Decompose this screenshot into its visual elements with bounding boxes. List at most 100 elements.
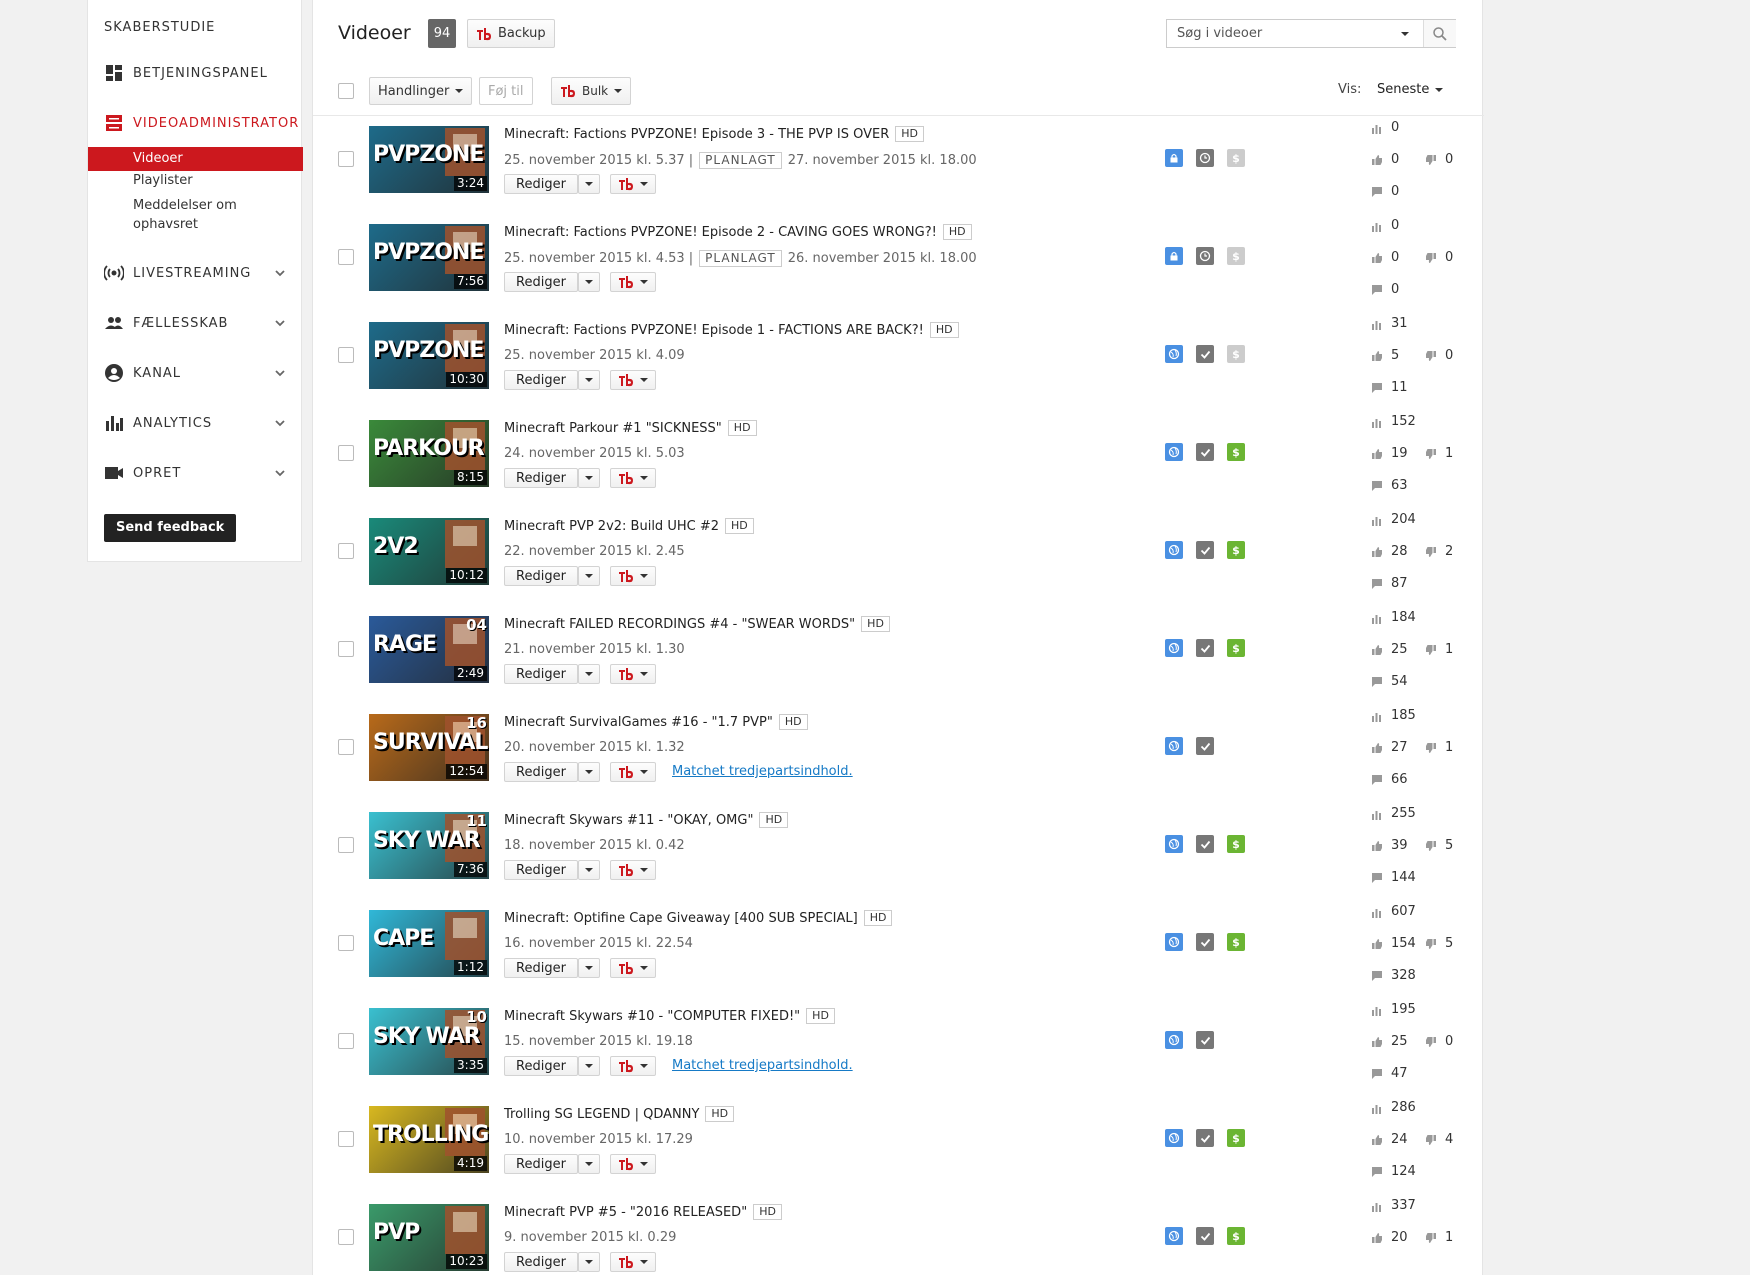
video-title[interactable]: Minecraft SurvivalGames #16 - "1.7 PVP": [504, 715, 773, 730]
dollar-icon[interactable]: $: [1227, 149, 1245, 167]
video-thumbnail[interactable]: PVPZONE 7:56: [369, 224, 489, 291]
globe-icon[interactable]: [1165, 737, 1183, 755]
globe-icon[interactable]: [1165, 345, 1183, 363]
check-icon[interactable]: [1196, 1031, 1214, 1049]
video-thumbnail[interactable]: SKY WAR 10 3:35: [369, 1008, 489, 1075]
lock-icon[interactable]: [1165, 247, 1183, 265]
video-title[interactable]: Minecraft PVP 2v2: Build UHC #2: [504, 519, 719, 534]
tubebuddy-dropdown[interactable]: [610, 1154, 656, 1174]
dollar-icon[interactable]: $: [1227, 1227, 1245, 1245]
edit-button[interactable]: Rediger: [504, 566, 578, 586]
edit-dropdown[interactable]: [578, 1154, 600, 1174]
video-thumbnail[interactable]: SKY WAR 11 7:36: [369, 812, 489, 879]
tubebuddy-dropdown[interactable]: [610, 566, 656, 586]
video-title[interactable]: Minecraft Parkour #1 "SICKNESS": [504, 421, 722, 436]
video-thumbnail[interactable]: 2V2 10:12: [369, 518, 489, 585]
row-checkbox[interactable]: [338, 739, 354, 755]
edit-button[interactable]: Rediger: [504, 370, 578, 390]
video-thumbnail[interactable]: PVPZONE 10:30: [369, 322, 489, 389]
add-to-button[interactable]: Føj til: [479, 77, 533, 105]
globe-icon[interactable]: [1165, 541, 1183, 559]
edit-dropdown[interactable]: [578, 468, 600, 488]
video-title[interactable]: Minecraft Skywars #11 - "OKAY, OMG": [504, 813, 753, 828]
sidebar-subitem-videos[interactable]: Videoer: [88, 147, 303, 171]
edit-dropdown[interactable]: [578, 860, 600, 880]
tubebuddy-dropdown[interactable]: [610, 174, 656, 194]
edit-button[interactable]: Rediger: [504, 468, 578, 488]
row-checkbox[interactable]: [338, 151, 354, 167]
row-checkbox[interactable]: [338, 641, 354, 657]
tubebuddy-dropdown[interactable]: [610, 664, 656, 684]
edit-dropdown[interactable]: [578, 664, 600, 684]
check-icon[interactable]: [1196, 835, 1214, 853]
dollar-icon[interactable]: $: [1227, 247, 1245, 265]
dollar-icon[interactable]: $: [1227, 443, 1245, 461]
bulk-dropdown[interactable]: Bulk: [551, 77, 632, 105]
row-checkbox[interactable]: [338, 445, 354, 461]
tubebuddy-dropdown[interactable]: [610, 762, 656, 782]
edit-dropdown[interactable]: [578, 1252, 600, 1272]
edit-button[interactable]: Rediger: [504, 664, 578, 684]
globe-icon[interactable]: [1165, 1129, 1183, 1147]
sidebar-item-channel[interactable]: KANAL: [88, 358, 303, 388]
edit-button[interactable]: Rediger: [504, 762, 578, 782]
video-title[interactable]: Minecraft: Optifine Cape Giveaway [400 S…: [504, 911, 858, 926]
check-icon[interactable]: [1196, 1129, 1214, 1147]
video-thumbnail[interactable]: SURVIVAL 16 12:54: [369, 714, 489, 781]
video-title[interactable]: Minecraft: Factions PVPZONE! Episode 1 -…: [504, 323, 924, 338]
video-title[interactable]: Trolling SG LEGEND | QDANNY: [504, 1107, 699, 1122]
sidebar-item-analytics[interactable]: ANALYTICS: [88, 408, 303, 438]
video-title[interactable]: Minecraft Skywars #10 - "COMPUTER FIXED!…: [504, 1009, 800, 1024]
third-party-match-link[interactable]: Matchet tredjepartsindhold.: [672, 764, 853, 779]
video-thumbnail[interactable]: PARKOUR 8:15: [369, 420, 489, 487]
edit-button[interactable]: Rediger: [504, 1056, 578, 1076]
globe-icon[interactable]: [1165, 1227, 1183, 1245]
sidebar-subitem-playlists[interactable]: Playlister: [88, 173, 303, 188]
send-feedback-button[interactable]: Send feedback: [104, 514, 237, 542]
dollar-icon[interactable]: $: [1227, 639, 1245, 657]
edit-button[interactable]: Rediger: [504, 958, 578, 978]
video-title[interactable]: Minecraft PVP #5 - "2016 RELEASED": [504, 1205, 747, 1220]
actions-dropdown[interactable]: Handlinger: [369, 77, 473, 105]
search-input[interactable]: [1167, 20, 1417, 47]
tubebuddy-dropdown[interactable]: [610, 1252, 656, 1272]
tubebuddy-dropdown[interactable]: [610, 370, 656, 390]
check-icon[interactable]: [1196, 933, 1214, 951]
sidebar-item-community[interactable]: FÆLLESSKAB: [88, 308, 303, 338]
dollar-icon[interactable]: $: [1227, 541, 1245, 559]
row-checkbox[interactable]: [338, 935, 354, 951]
edit-dropdown[interactable]: [578, 272, 600, 292]
video-thumbnail[interactable]: TROLLING 4:19: [369, 1106, 489, 1173]
row-checkbox[interactable]: [338, 249, 354, 265]
row-checkbox[interactable]: [338, 543, 354, 559]
row-checkbox[interactable]: [338, 1033, 354, 1049]
check-icon[interactable]: [1196, 639, 1214, 657]
sidebar-item-livestreaming[interactable]: LIVESTREAMING: [88, 258, 303, 288]
globe-icon[interactable]: [1165, 933, 1183, 951]
row-checkbox[interactable]: [338, 1229, 354, 1245]
check-icon[interactable]: [1196, 345, 1214, 363]
check-icon[interactable]: [1196, 443, 1214, 461]
select-all-checkbox[interactable]: [338, 83, 354, 99]
edit-button[interactable]: Rediger: [504, 860, 578, 880]
video-title[interactable]: Minecraft FAILED RECORDINGS #4 - "SWEAR …: [504, 617, 855, 632]
search-button[interactable]: [1423, 20, 1456, 47]
video-title[interactable]: Minecraft: Factions PVPZONE! Episode 2 -…: [504, 225, 937, 240]
row-checkbox[interactable]: [338, 1131, 354, 1147]
dollar-icon[interactable]: $: [1227, 933, 1245, 951]
dollar-icon[interactable]: $: [1227, 835, 1245, 853]
check-icon[interactable]: [1196, 1227, 1214, 1245]
tubebuddy-dropdown[interactable]: [610, 1056, 656, 1076]
row-checkbox[interactable]: [338, 347, 354, 363]
globe-icon[interactable]: [1165, 443, 1183, 461]
video-thumbnail[interactable]: RAGE 04 2:49: [369, 616, 489, 683]
tubebuddy-dropdown[interactable]: [610, 468, 656, 488]
video-title[interactable]: Minecraft: Factions PVPZONE! Episode 3 -…: [504, 127, 889, 142]
video-thumbnail[interactable]: PVPZONE 3:24: [369, 126, 489, 193]
check-icon[interactable]: [1196, 737, 1214, 755]
sidebar-item-dashboard[interactable]: BETJENINGSPANEL: [88, 58, 303, 88]
video-thumbnail[interactable]: PVP 10:23: [369, 1204, 489, 1271]
edit-button[interactable]: Rediger: [504, 272, 578, 292]
backup-button[interactable]: Backup: [467, 19, 555, 48]
lock-icon[interactable]: [1165, 149, 1183, 167]
